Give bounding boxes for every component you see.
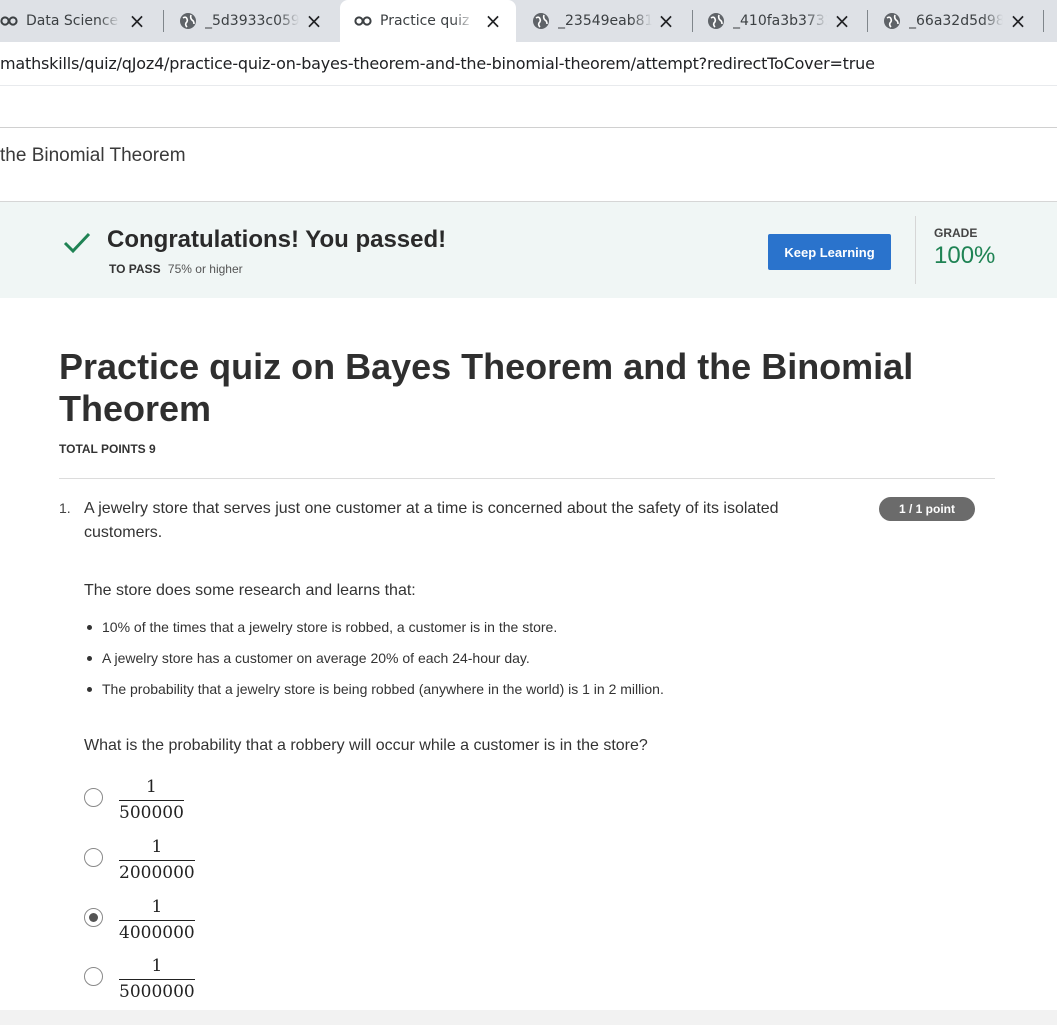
page-header: the Binomial Theorem [0,128,1057,202]
grade-divider [915,216,916,284]
tab-divider [163,10,164,32]
grade-value: 100% [934,242,996,269]
fraction-numerator: 1 [146,777,157,797]
points-badge: 1 / 1 point [879,497,975,521]
globe-icon [707,12,725,30]
close-icon[interactable]: × [305,11,323,31]
top-bar [0,86,1057,128]
radio-button[interactable] [84,967,103,986]
close-icon[interactable]: × [657,11,675,31]
question-number: 1. [59,500,71,516]
total-points: TOTAL POINTS 9 [59,442,156,456]
tab-divider [692,10,693,32]
globe-icon [532,12,550,30]
page-footer-strip [0,1010,1057,1025]
to-pass-info: TO PASS 75% or higher [109,262,243,276]
question-prompt: What is the probability that a robbery w… [84,737,648,754]
url-text[interactable]: mathskills/quiz/qJoz4/practice-quiz-on-b… [0,54,875,73]
coursera-icon [354,12,372,30]
tab-title: _5d3933c059fa [205,13,299,29]
answer-option-selected[interactable]: 1 4000000 [84,896,384,948]
browser-tab[interactable]: _66a32d5d98b × [876,0,1041,42]
radio-button[interactable] [84,848,103,867]
address-bar[interactable]: mathskills/quiz/qJoz4/practice-quiz-on-b… [0,42,1057,86]
section-divider [59,478,995,479]
grade-label: GRADE [934,226,978,240]
fraction-numerator: 1 [151,956,163,976]
tab-title: _23549eab81a [558,13,652,29]
answer-option[interactable]: 1 5000000 [84,955,384,1007]
quiz-title: Practice quiz on Bayes Theorem and the B… [59,346,914,429]
to-pass-label: TO PASS [109,262,161,276]
browser-tab-active[interactable]: Practice quiz on Bayes Theorem × [340,0,516,42]
list-item: A jewelry store has a customer on averag… [84,647,664,678]
fraction: 1 4000000 [119,896,195,944]
browser-tab[interactable]: _23549eab81a × [524,0,689,42]
header-title: the Binomial Theorem [0,145,186,166]
close-icon[interactable]: × [484,11,502,31]
radio-button[interactable] [84,788,103,807]
close-icon[interactable]: × [833,11,851,31]
tab-title: Data Science Math Skills [26,13,120,29]
radio-button-checked[interactable] [84,908,103,927]
browser-tab[interactable]: _410fa3b3732 × [700,0,865,42]
globe-icon [883,12,901,30]
fraction-denominator: 5000000 [119,982,195,1003]
tab-divider [867,10,868,32]
list-item: The probability that a jewelry store is … [84,678,664,709]
fraction-numerator: 1 [151,897,163,917]
globe-icon [179,12,197,30]
to-pass-value: 75% or higher [167,262,243,276]
fraction: 1 2000000 [119,836,195,884]
question-intro: The store does some research and learns … [84,582,416,599]
tab-divider [1043,10,1044,32]
browser-tab[interactable]: Data Science Math Skills × [0,0,160,42]
keep-learning-button[interactable]: Keep Learning [768,234,891,270]
fraction: 1 500000 [119,776,184,824]
browser-tab-strip: Data Science Math Skills × _5d3933c059fa… [0,0,1057,42]
question-text: A jewelry store that serves just one cus… [84,500,779,541]
close-icon[interactable]: × [128,11,146,31]
fraction-denominator: 2000000 [119,863,195,884]
tab-title: _410fa3b3732 [733,13,827,29]
close-icon[interactable]: × [1009,11,1027,31]
result-banner: Congratulations! You passed! TO PASS 75%… [0,202,1057,298]
fraction: 1 5000000 [119,955,195,1003]
browser-tab[interactable]: _5d3933c059fa × [172,0,337,42]
fraction-denominator: 500000 [119,803,184,824]
checkmark-icon [63,232,91,254]
pass-message: Congratulations! You passed! [107,226,447,253]
tab-title: _66a32d5d98b [909,13,1003,29]
coursera-icon [0,12,18,30]
tab-title: Practice quiz on Bayes Theorem [380,13,474,29]
answer-option[interactable]: 1 500000 [84,776,384,828]
fact-list: 10% of the times that a jewelry store is… [84,616,664,709]
answer-option[interactable]: 1 2000000 [84,836,384,888]
fraction-denominator: 4000000 [119,923,195,944]
fraction-numerator: 1 [151,837,163,857]
list-item: 10% of the times that a jewelry store is… [84,616,664,647]
